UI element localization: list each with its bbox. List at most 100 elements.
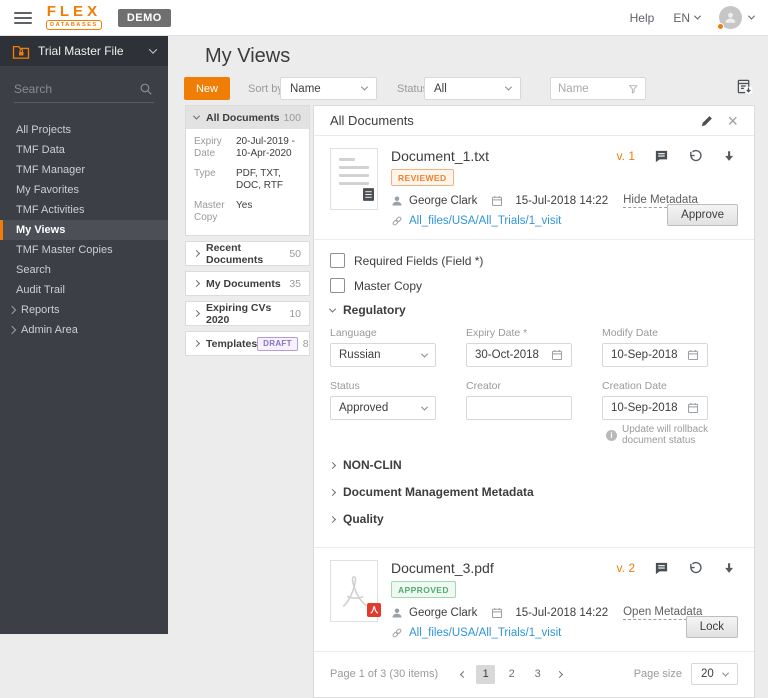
calendar-icon: [687, 350, 699, 361]
lock-button[interactable]: Lock: [685, 616, 738, 638]
view-filter-summary: Expiry Date 20-Jul-2019 - 10-Apr-2020 Ty…: [186, 129, 309, 235]
chevron-right-icon: [556, 670, 564, 679]
master-copy-checkbox[interactable]: [330, 278, 345, 293]
document-card-2: Document_3.pdf v. 2 APPROVED George Clar…: [314, 548, 754, 651]
page-size-select[interactable]: 20: [691, 663, 738, 685]
module-title: Trial Master File: [38, 44, 124, 58]
sidebar-item-tmf-master-copies[interactable]: TMF Master Copies: [0, 240, 168, 260]
topbar-right-group: Help EN: [630, 6, 756, 30]
main-content: My Views New Sort by Name Status All All…: [168, 36, 768, 698]
chevron-down-icon[interactable]: [747, 12, 756, 20]
filter-row: Master Copy Yes: [194, 200, 253, 223]
sidebar-search-input[interactable]: [14, 79, 154, 103]
search-icon[interactable]: [139, 82, 153, 96]
rollback-button[interactable]: [688, 561, 703, 576]
status-badge: APPROVED: [391, 581, 456, 598]
approve-button[interactable]: Approve: [667, 204, 738, 226]
creation-date-label: Creation Date: [602, 380, 667, 392]
comments-button[interactable]: [654, 149, 669, 164]
required-fields-row: Required Fields (Field *): [330, 253, 738, 268]
language-select[interactable]: Russian: [330, 343, 436, 367]
hamburger-menu-icon[interactable]: [14, 9, 32, 27]
language-label: Language: [330, 327, 377, 339]
required-fields-checkbox[interactable]: [330, 253, 345, 268]
sidebar-item-search[interactable]: Search: [0, 260, 168, 280]
sidebar-item-tmf-activities[interactable]: TMF Activities: [0, 200, 168, 220]
expiry-date-input[interactable]: 30-Oct-2018: [466, 343, 572, 367]
user-avatar[interactable]: [717, 6, 742, 30]
next-page-button[interactable]: [554, 668, 565, 680]
new-button[interactable]: New: [184, 77, 230, 100]
language-selector[interactable]: EN: [673, 11, 702, 25]
module-switcher[interactable]: Trial Master File: [0, 36, 168, 66]
sidebar-item-tmf-data[interactable]: TMF Data: [0, 140, 168, 160]
chevron-down-icon: [192, 112, 201, 120]
creator-input[interactable]: [475, 402, 563, 414]
view-all-documents[interactable]: All Documents 100: [186, 106, 309, 129]
link-icon: [392, 628, 402, 638]
view-card-recent-documents: Recent Documents 50: [185, 241, 310, 266]
section-document-management-metadata[interactable]: Document Management Metadata: [328, 485, 738, 499]
chevron-down-icon: [148, 45, 158, 54]
version-label: v. 1: [616, 149, 635, 163]
rollback-button[interactable]: [688, 149, 703, 164]
document-thumbnail[interactable]: [330, 148, 378, 210]
chevron-down-icon: [721, 669, 730, 677]
prev-page-button[interactable]: [458, 668, 469, 680]
chevron-left-icon: [460, 670, 468, 679]
document-path-link[interactable]: All_files/USA/All_Trials/1_visit: [409, 627, 561, 639]
sidebar-item-all-projects[interactable]: All Projects: [0, 120, 168, 140]
status-badge: REVIEWED: [391, 169, 454, 186]
filter-funnel-icon[interactable]: [628, 83, 638, 95]
modify-date-input[interactable]: 10-Sep-2018: [602, 343, 708, 367]
document-path-link[interactable]: All_files/USA/All_Trials/1_visit: [409, 215, 561, 227]
sidebar-item-audit-trail[interactable]: Audit Trail: [0, 280, 168, 300]
page-button-2[interactable]: 2: [502, 665, 521, 684]
view-templates[interactable]: Templates DRAFT 8: [186, 332, 309, 355]
download-button[interactable]: [722, 149, 736, 164]
section-quality[interactable]: Quality: [328, 512, 738, 526]
txt-file-icon: [363, 188, 374, 206]
notification-dot: [717, 23, 724, 30]
download-button[interactable]: [722, 561, 736, 576]
view-card-expiring-cvs: Expiring CVs 2020 10: [185, 301, 310, 326]
name-filter-input[interactable]: [558, 82, 628, 95]
export-table-icon[interactable]: [736, 78, 753, 100]
comments-button[interactable]: [654, 561, 669, 576]
status-select[interactable]: All: [424, 77, 521, 100]
sidebar-item-my-views[interactable]: My Views: [0, 220, 168, 240]
section-regulatory[interactable]: Regulatory: [328, 303, 738, 317]
view-card-templates: Templates DRAFT 8: [185, 331, 310, 356]
sidebar-item-reports[interactable]: Reports: [0, 300, 168, 320]
help-link[interactable]: Help: [630, 11, 655, 25]
chevron-right-icon: [7, 325, 17, 335]
page-button-3[interactable]: 3: [528, 665, 547, 684]
sidebar-item-admin-area[interactable]: Admin Area: [0, 320, 168, 340]
view-count: 100: [283, 111, 301, 124]
edit-view-button[interactable]: [700, 114, 714, 128]
sort-by-label: Sort by: [248, 83, 283, 95]
filter-row: Type PDF, TXT, DOC, RTF: [194, 168, 284, 191]
document-datetime: 15-Jul-2018 14:22: [515, 607, 609, 619]
document-thumbnail[interactable]: [330, 560, 381, 622]
close-icon[interactable]: ×: [727, 112, 738, 130]
document-name[interactable]: Document_1.txt: [391, 148, 489, 164]
sort-value: Name: [290, 82, 321, 95]
top-bar: FLEX DATABASES DEMO Help EN: [0, 0, 768, 36]
document-name[interactable]: Document_3.pdf: [391, 560, 494, 576]
sidebar-item-tmf-manager[interactable]: TMF Manager: [0, 160, 168, 180]
sidebar-item-my-favorites[interactable]: My Favorites: [0, 180, 168, 200]
calendar-icon: [492, 608, 503, 619]
pagination-summary: Page 1 of 3 (30 items): [330, 668, 439, 680]
page-button-1[interactable]: 1: [476, 664, 496, 684]
undo-icon: [690, 149, 702, 161]
section-non-clin[interactable]: NON-CLIN: [328, 458, 738, 472]
status-field-select[interactable]: Approved: [330, 396, 436, 420]
chevron-right-icon: [192, 309, 201, 318]
creation-date-input[interactable]: 10-Sep-2018: [602, 396, 708, 420]
info-icon: i: [606, 429, 617, 441]
view-recent-documents[interactable]: Recent Documents 50: [186, 242, 309, 266]
sort-select[interactable]: Name: [280, 77, 377, 100]
view-my-documents[interactable]: My Documents 35: [186, 272, 309, 295]
view-expiring-cvs[interactable]: Expiring CVs 2020 10: [186, 302, 309, 326]
